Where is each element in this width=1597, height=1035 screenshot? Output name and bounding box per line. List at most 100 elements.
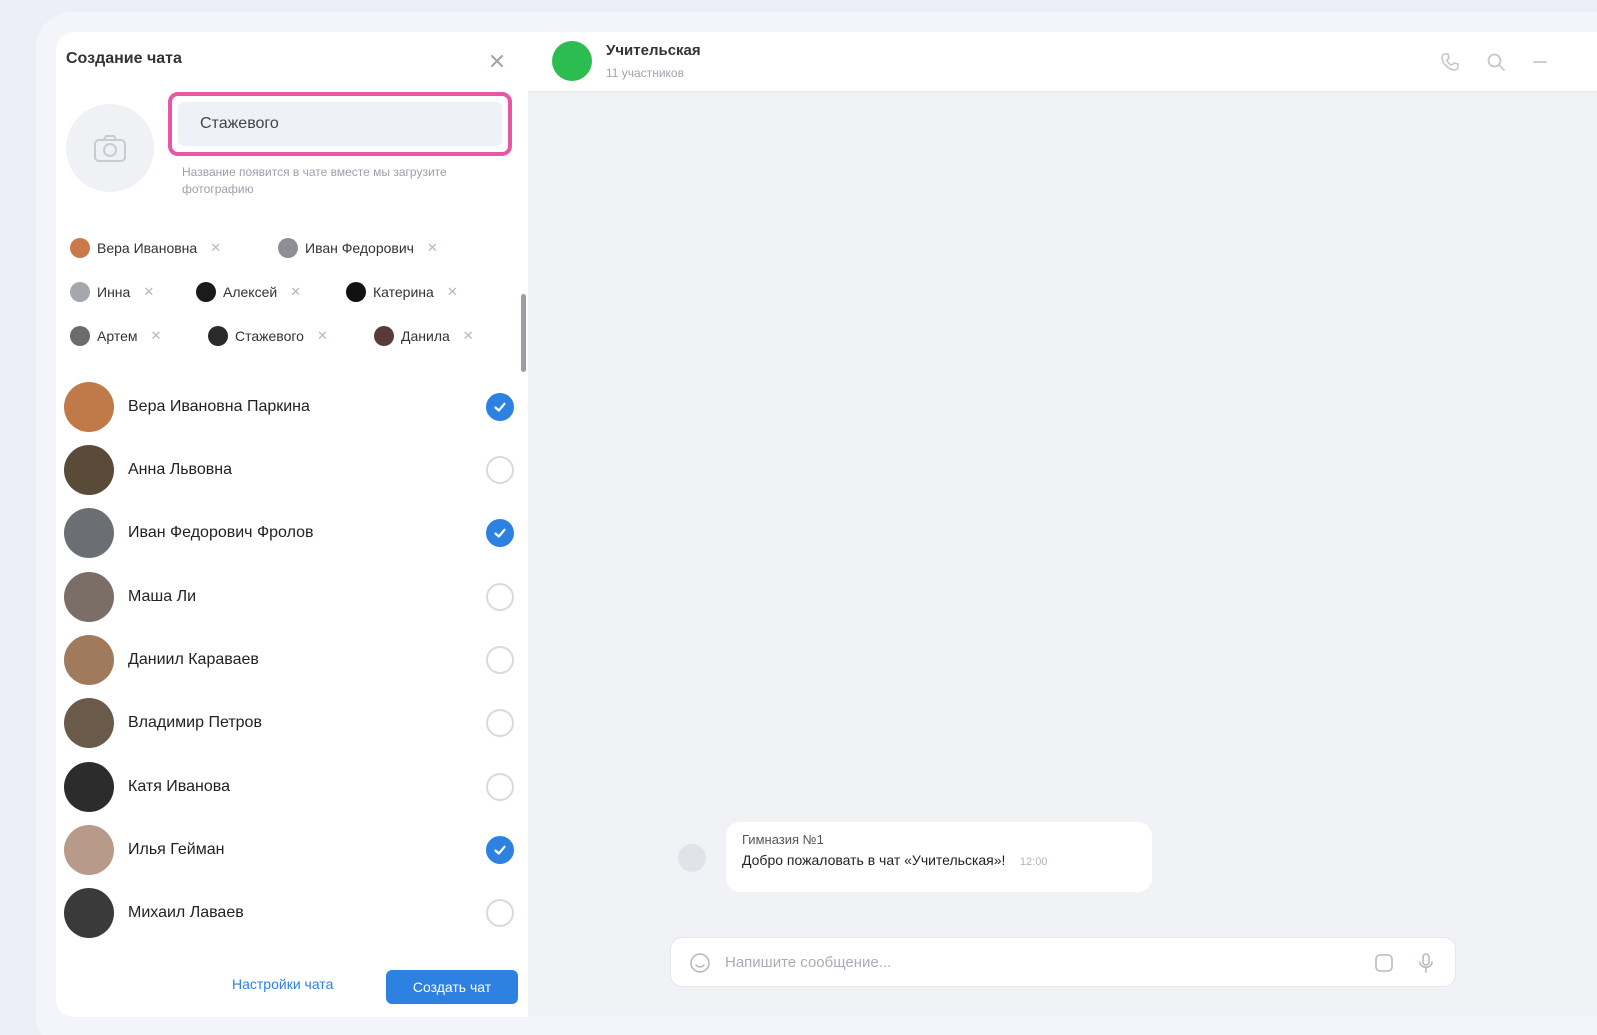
contact-row[interactable]: Вера Ивановна Паркина [64,379,518,435]
close-icon [491,55,503,67]
member-chip[interactable]: Вера Ивановна ✕ [70,234,221,262]
avatar [64,825,114,875]
contact-checkbox[interactable] [486,583,514,611]
contact-name: Вера Ивановна Паркина [128,398,310,415]
chat-name-field [168,92,512,156]
contact-name: Маша Ли [128,588,197,605]
message-sender: Гимназия №1 [742,832,824,847]
member-chip[interactable]: Инна ✕ [70,278,154,306]
emoji-button[interactable] [687,950,713,976]
close-button[interactable] [484,48,510,74]
contact-name: Даниил Караваев [128,651,259,668]
message-text: Добро пожаловать в чат «Учительская»! [742,852,1006,868]
contact-row[interactable]: Даниил Караваев [64,632,518,688]
avatar [278,238,298,258]
contact-checkbox[interactable] [486,393,514,421]
contact-checkbox[interactable] [486,709,514,737]
chat-name-hint: Название появится в чате вместе мы загру… [182,165,447,196]
search-button[interactable] [1484,50,1508,74]
remove-icon[interactable]: ✕ [317,328,328,344]
message-row: Гимназия №1 Добро пожаловать в чат «Учит… [668,822,1228,892]
member-chip-label: Инна [97,284,131,300]
avatar [64,445,114,495]
remove-icon[interactable]: ✕ [447,284,458,300]
contact-row[interactable]: Маша Ли [64,569,518,625]
member-chip[interactable]: Иван Федорович ✕ [278,234,438,262]
avatar [70,326,90,346]
avatar [196,282,216,302]
contact-checkbox[interactable] [486,773,514,801]
avatar [64,635,114,685]
remove-icon[interactable]: ✕ [463,328,474,344]
contact-row[interactable]: Иван Федорович Фролов [64,505,518,561]
contact-name: Иван Федорович Фролов [128,524,314,541]
remove-icon[interactable]: ✕ [143,284,154,300]
avatar [64,572,114,622]
avatar [64,888,114,938]
member-chip-label: Алексей [223,284,278,300]
member-chip-label: Стажевого [235,328,304,344]
message-input[interactable] [725,946,1345,978]
avatar [64,762,114,812]
member-chip[interactable]: Стажевого ✕ [208,322,328,350]
contact-checkbox[interactable] [486,646,514,674]
avatar [64,382,114,432]
contact-row[interactable]: Илья Гейман [64,822,518,878]
camera-icon [94,135,126,162]
call-button[interactable] [1438,50,1462,74]
emoji-icon [690,953,710,973]
chat-photo-upload[interactable] [66,104,154,192]
app-window: Создание чата Название появится в чате в… [36,12,1597,1035]
contact-name: Владимир Петров [128,714,262,731]
sticker-button[interactable] [1371,950,1397,976]
avatar [208,326,228,346]
message-time: 12:00 [1019,856,1048,868]
contact-name: Илья Гейман [128,841,225,858]
chat-title[interactable]: Учительская [606,42,701,59]
voice-button[interactable] [1413,950,1439,976]
contact-checkbox[interactable] [486,456,514,484]
search-icon [1487,53,1505,71]
chips-scrollbar[interactable] [521,294,526,372]
member-chip-label: Вера Ивановна [97,240,198,256]
member-chip[interactable]: Артем ✕ [70,322,161,350]
member-chip[interactable]: Данила ✕ [374,322,474,350]
chat-area: Учительская 11 участников Гимназия №1 До… [528,32,1597,1017]
contact-row[interactable]: Анна Львовна [64,442,518,498]
create-chat-button[interactable]: Создать чат [386,970,518,1004]
selected-members: Вера Ивановна ✕ Иван Федорович ✕ Инна ✕ … [70,230,510,360]
chat-avatar[interactable] [552,41,592,81]
chat-members-count: 11 участников [606,66,684,80]
panel-footer: Настройки чата Создать чат [56,952,528,1017]
contact-name: Катя Иванова [128,778,230,795]
remove-icon[interactable]: ✕ [150,328,161,344]
contact-row[interactable]: Владимир Петров [64,695,518,751]
chat-name-input[interactable] [178,102,502,146]
remove-icon[interactable]: ✕ [427,240,438,256]
microphone-icon [1419,953,1433,973]
more-icon [1533,61,1547,63]
member-chip[interactable]: Катерина ✕ [346,278,458,306]
sticker-icon [1375,954,1393,972]
avatar [70,238,90,258]
contact-checkbox[interactable] [486,899,514,927]
panel-title: Создание чата [66,50,182,67]
message-bubble[interactable]: Гимназия №1 Добро пожаловать в чат «Учит… [726,822,1152,892]
contact-row[interactable]: Михаил Лаваев [64,885,518,941]
avatar [64,508,114,558]
contact-checkbox[interactable] [486,836,514,864]
remove-icon[interactable]: ✕ [210,240,221,256]
member-chip-label: Катерина [373,284,434,300]
more-button[interactable] [1528,50,1552,74]
member-chip-label: Иван Федорович [305,240,414,256]
member-chip[interactable]: Алексей ✕ [196,278,301,306]
remove-icon[interactable]: ✕ [290,284,301,300]
avatar [346,282,366,302]
sender-avatar [678,844,706,872]
avatar [70,282,90,302]
contact-name: Михаил Лаваев [128,904,244,921]
chat-settings-link[interactable]: Настройки чата [232,976,333,992]
avatar [374,326,394,346]
contact-checkbox[interactable] [486,519,514,547]
contact-row[interactable]: Катя Иванова [64,759,518,815]
